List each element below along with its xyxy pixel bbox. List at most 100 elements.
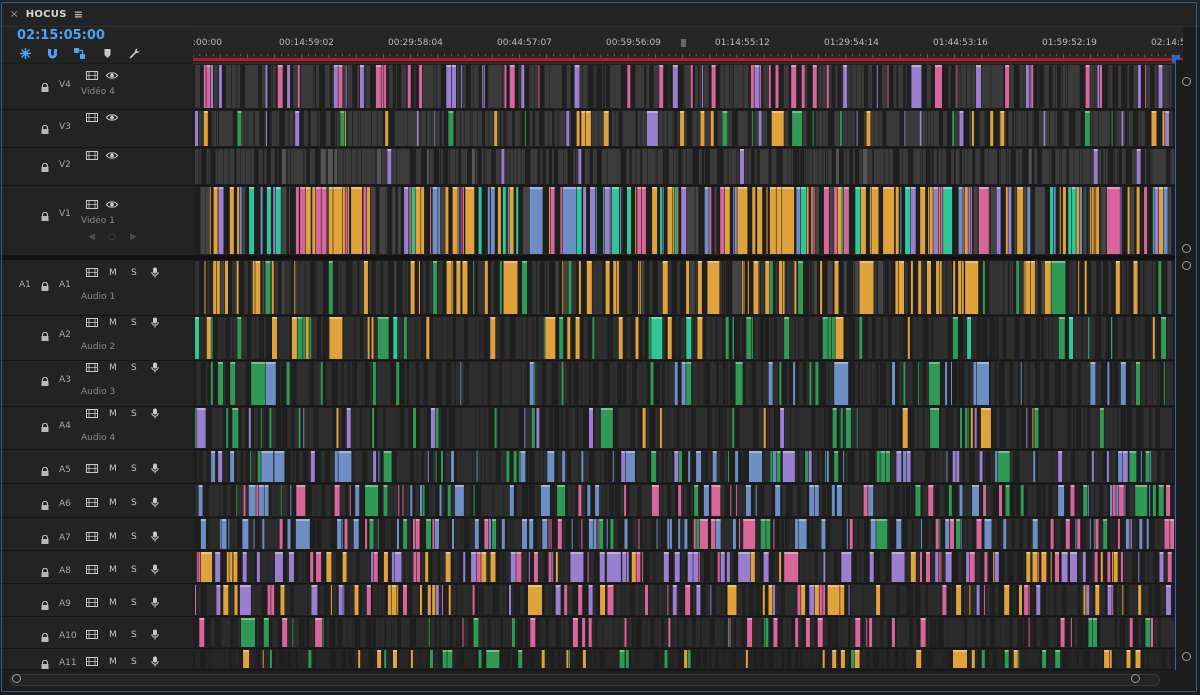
track-lane-a11[interactable] — [193, 649, 1175, 670]
lock-icon[interactable] — [41, 567, 49, 577]
lock-icon[interactable] — [41, 211, 49, 221]
clips-a10[interactable] — [193, 617, 1175, 649]
solo-button[interactable]: S — [131, 565, 137, 575]
snap-icon[interactable] — [44, 46, 60, 60]
toggle-sync-lock-icon[interactable] — [86, 268, 98, 277]
toggle-sync-lock-icon[interactable] — [86, 200, 98, 209]
source-patch[interactable]: A1 — [19, 280, 31, 290]
clips-a6[interactable] — [193, 484, 1175, 518]
voiceover-record-icon[interactable] — [151, 531, 159, 542]
clips-v4[interactable] — [193, 64, 1175, 110]
time-ruler[interactable]: :00:00 00:14:59:02 00:29:58:04 00:44:57:… — [193, 27, 1183, 64]
solo-button[interactable]: S — [131, 498, 137, 508]
track-lane-a5[interactable] — [193, 450, 1175, 484]
horizontal-scroll-track[interactable] — [10, 674, 1160, 686]
lock-icon[interactable] — [41, 422, 49, 432]
toggle-sync-lock-icon[interactable] — [86, 409, 98, 418]
voiceover-record-icon[interactable] — [151, 656, 159, 667]
voiceover-record-icon[interactable] — [151, 497, 159, 508]
clips-a9[interactable] — [193, 584, 1175, 617]
toggle-output-eye-icon[interactable] — [105, 71, 119, 80]
lock-icon[interactable] — [41, 632, 49, 642]
clips-a8[interactable] — [193, 551, 1175, 584]
clips-v1[interactable] — [193, 186, 1175, 256]
solo-button[interactable]: S — [131, 532, 137, 542]
lock-icon[interactable] — [41, 162, 49, 172]
lock-icon[interactable] — [41, 659, 49, 669]
track-lane-a8[interactable] — [193, 551, 1175, 584]
mute-button[interactable]: M — [109, 532, 117, 542]
clips-a5[interactable] — [193, 450, 1175, 484]
solo-button[interactable]: S — [131, 318, 137, 328]
toggle-sync-lock-icon[interactable] — [86, 318, 98, 327]
next-keyframe-icon[interactable]: ▶ — [130, 232, 137, 242]
mute-button[interactable]: M — [109, 630, 117, 640]
mute-button[interactable]: M — [109, 409, 117, 419]
vertical-scrollbar[interactable] — [1176, 60, 1198, 670]
prev-keyframe-icon[interactable]: ◀ — [88, 232, 95, 242]
mute-button[interactable]: M — [109, 598, 117, 608]
track-lane-v2[interactable] — [193, 148, 1175, 186]
toggle-sync-lock-icon[interactable] — [86, 532, 98, 541]
track-lane-a9[interactable] — [193, 584, 1175, 617]
lock-icon[interactable] — [41, 281, 49, 291]
voiceover-record-icon[interactable] — [151, 597, 159, 608]
track-lane-a2[interactable] — [193, 316, 1175, 361]
vertical-scroll-handle[interactable] — [1182, 652, 1191, 661]
toggle-sync-lock-icon[interactable] — [86, 630, 98, 639]
clips-a4[interactable] — [193, 407, 1175, 450]
track-lane-a1[interactable] — [193, 260, 1175, 316]
vertical-scroll-handle[interactable] — [1182, 77, 1191, 86]
track-lane-a6[interactable] — [193, 484, 1175, 518]
vertical-scroll-handle[interactable] — [1182, 261, 1191, 270]
solo-button[interactable]: S — [131, 630, 137, 640]
voiceover-record-icon[interactable] — [151, 408, 159, 419]
horizontal-scroll-handle[interactable] — [12, 674, 21, 683]
toggle-sync-lock-icon[interactable] — [86, 113, 98, 122]
close-tab-icon[interactable]: × — [10, 9, 19, 20]
voiceover-record-icon[interactable] — [151, 317, 159, 328]
voiceover-record-icon[interactable] — [151, 362, 159, 373]
mute-button[interactable]: M — [109, 363, 117, 373]
clips-v2[interactable] — [193, 148, 1175, 186]
insert-overwrite-icon[interactable] — [17, 46, 33, 60]
lock-icon[interactable] — [41, 331, 49, 341]
clips-v3[interactable] — [193, 110, 1175, 148]
timeline-tracks[interactable] — [193, 64, 1175, 670]
sequence-tab[interactable]: × HOCUS ≡ — [4, 4, 89, 24]
track-lane-v4[interactable] — [193, 64, 1175, 110]
solo-button[interactable]: S — [131, 268, 137, 278]
toggle-sync-lock-icon[interactable] — [86, 71, 98, 80]
ruler-marker[interactable] — [681, 39, 686, 47]
track-lane-a3[interactable] — [193, 361, 1175, 407]
lock-icon[interactable] — [41, 82, 49, 92]
toggle-sync-lock-icon[interactable] — [86, 657, 98, 666]
add-marker-icon[interactable] — [99, 46, 115, 60]
toggle-sync-lock-icon[interactable] — [86, 565, 98, 574]
track-lane-v3[interactable] — [193, 110, 1175, 148]
toggle-sync-lock-icon[interactable] — [86, 598, 98, 607]
track-lane-v1[interactable] — [193, 186, 1175, 256]
mute-button[interactable]: M — [109, 318, 117, 328]
track-lane-a7[interactable] — [193, 518, 1175, 551]
voiceover-record-icon[interactable] — [151, 267, 159, 278]
toggle-sync-lock-icon[interactable] — [86, 498, 98, 507]
mute-button[interactable]: M — [109, 498, 117, 508]
track-lane-a4[interactable] — [193, 407, 1175, 450]
clips-a1[interactable] — [193, 260, 1175, 316]
solo-button[interactable]: S — [131, 598, 137, 608]
playhead-timecode[interactable]: 02:15:05:00 — [17, 28, 105, 43]
lock-icon[interactable] — [41, 500, 49, 510]
lock-icon[interactable] — [41, 124, 49, 134]
horizontal-scrollbar[interactable] — [0, 671, 1200, 695]
solo-button[interactable]: S — [131, 657, 137, 667]
video-audio-divider[interactable] — [0, 256, 1175, 260]
solo-button[interactable]: S — [131, 409, 137, 419]
toggle-sync-lock-icon[interactable] — [86, 464, 98, 473]
toggle-sync-lock-icon[interactable] — [86, 363, 98, 372]
voiceover-record-icon[interactable] — [151, 629, 159, 640]
clips-a2[interactable] — [193, 316, 1175, 361]
vertical-scroll-handle[interactable] — [1182, 244, 1191, 253]
clips-a7[interactable] — [193, 518, 1175, 551]
lock-icon[interactable] — [41, 376, 49, 386]
